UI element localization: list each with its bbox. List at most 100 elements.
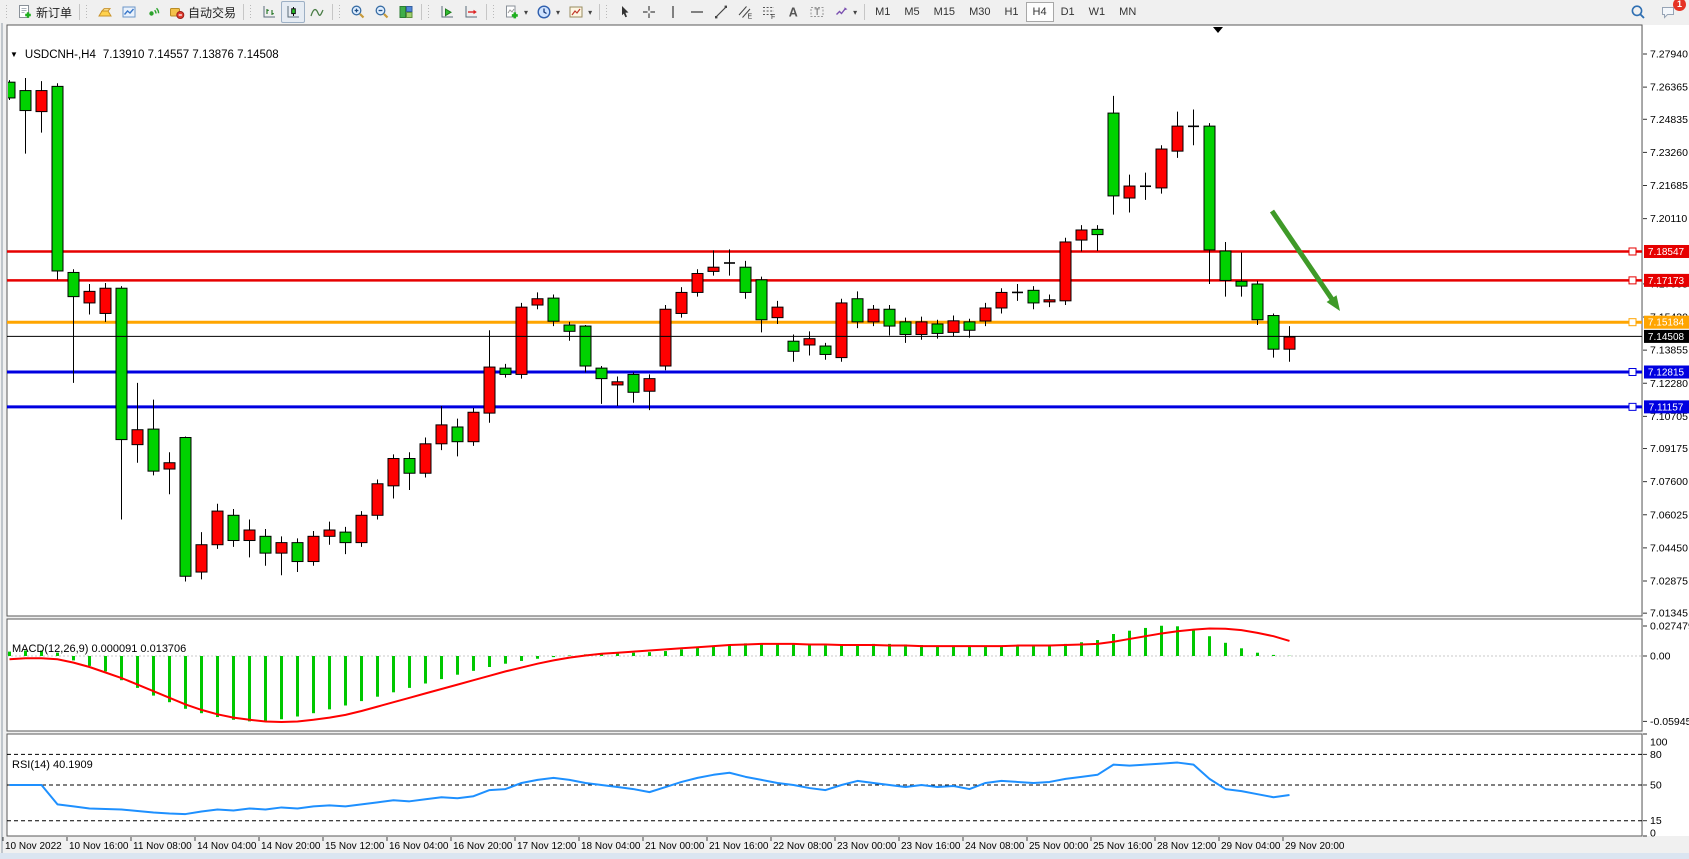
chart-ohlc-quotes: 7.13910 7.14557 7.13876 7.14508 <box>103 49 279 61</box>
timeframe-mn-button[interactable]: MN <box>1112 2 1143 22</box>
chevron-down-icon[interactable]: ▾ <box>556 8 560 17</box>
bar-chart-button[interactable] <box>257 1 281 23</box>
candle-body <box>116 288 127 439</box>
indicators-button[interactable]: ▾ <box>500 1 532 23</box>
candle-body <box>884 309 895 326</box>
chart-profile-button[interactable] <box>117 1 141 23</box>
candle-body <box>340 532 351 543</box>
timeframe-h1-button[interactable]: H1 <box>997 2 1025 22</box>
chevron-down-icon[interactable]: ▾ <box>853 8 857 17</box>
zoom-out-button[interactable] <box>370 1 394 23</box>
zoom-in-button[interactable] <box>346 1 370 23</box>
hline-button[interactable] <box>685 1 709 23</box>
auto-scroll-button[interactable] <box>435 1 459 23</box>
candle-body <box>980 308 991 321</box>
timeframe-m30-button[interactable]: M30 <box>962 2 997 22</box>
vline-button[interactable] <box>661 1 685 23</box>
price-tick-label: 7.12280 <box>1650 378 1688 390</box>
date-label: 25 Nov 00:00 <box>1029 841 1089 852</box>
hline-handle[interactable] <box>1629 403 1636 410</box>
fibonacci-button[interactable]: F <box>757 1 781 23</box>
search-icon <box>1630 4 1646 20</box>
timeframe-h4-button[interactable]: H4 <box>1026 2 1054 22</box>
candle-body <box>820 346 831 354</box>
candle-body <box>308 536 319 561</box>
hline-handle[interactable] <box>1629 319 1636 326</box>
chart-symbol-period: USDCNH-,H4 <box>25 49 96 61</box>
window-bottom-edge <box>0 853 1689 859</box>
chart-canvas[interactable]: 7.279407.263657.248357.232607.216857.201… <box>0 23 1689 859</box>
cursor-button[interactable] <box>613 1 637 23</box>
crosshair-button[interactable] <box>637 1 661 23</box>
candlestick-button[interactable] <box>281 1 305 23</box>
candle-body <box>372 484 383 516</box>
autotrading-button[interactable]: 自动交易 <box>165 1 240 23</box>
toolbar-grip <box>338 5 343 20</box>
chart-dropdown-icon[interactable]: ▼ <box>10 50 18 59</box>
hline-price-tag-label: 7.15184 <box>1648 318 1685 329</box>
period-button[interactable]: ▾ <box>532 1 564 23</box>
svg-text:T: T <box>814 7 820 17</box>
shapes-button[interactable]: ▾ <box>829 1 861 23</box>
trendline-button[interactable] <box>709 1 733 23</box>
label-button[interactable]: T <box>805 1 829 23</box>
gold-bar-icon <box>97 4 113 20</box>
tile-windows-button[interactable] <box>394 1 418 23</box>
candle-body <box>356 515 367 542</box>
price-tick-label: 7.24835 <box>1650 114 1688 126</box>
candle-body <box>276 543 287 554</box>
hline-handle[interactable] <box>1629 369 1636 376</box>
date-label: 16 Nov 20:00 <box>453 841 513 852</box>
timeframe-m15-button[interactable]: M15 <box>927 2 962 22</box>
new-order-icon <box>17 4 33 20</box>
candle-body <box>52 86 63 271</box>
timeframe-m5-button[interactable]: M5 <box>897 2 926 22</box>
main-price-panel[interactable] <box>7 25 1642 616</box>
chat-button[interactable]: 1 <box>1656 1 1680 23</box>
timeframe-w1-button[interactable]: W1 <box>1082 2 1113 22</box>
candle-body <box>996 292 1007 308</box>
channel-button[interactable]: E <box>733 1 757 23</box>
hline-handle[interactable] <box>1629 277 1636 284</box>
candle-body <box>500 368 511 374</box>
candle-body <box>836 303 847 358</box>
toolbar-separator <box>243 4 244 20</box>
template-button[interactable]: ▾ <box>564 1 596 23</box>
price-tick-label: 7.26365 <box>1650 82 1688 94</box>
candle-body <box>564 325 575 331</box>
text-button[interactable]: A <box>781 1 805 23</box>
candle-body <box>1284 337 1295 349</box>
timeframe-m1-button[interactable]: M1 <box>868 2 897 22</box>
timeframe-d1-button[interactable]: D1 <box>1054 2 1082 22</box>
date-label: 21 Nov 00:00 <box>645 841 705 852</box>
candle-body <box>68 272 79 296</box>
rsi-indicator-label: RSI(14) 40.1909 <box>12 759 93 771</box>
candle-body <box>756 280 767 320</box>
macd-panel[interactable] <box>7 619 1642 731</box>
price-tick-label: 7.13855 <box>1650 345 1688 357</box>
chevron-down-icon[interactable]: ▾ <box>588 8 592 17</box>
date-label: 28 Nov 12:00 <box>1157 841 1217 852</box>
chevron-down-icon[interactable]: ▾ <box>524 8 528 17</box>
line-chart-button[interactable] <box>305 1 329 23</box>
candle-body <box>1204 126 1215 250</box>
candle-body <box>228 515 239 540</box>
candle-body <box>404 459 415 474</box>
hline-price-tag-label: 7.11157 <box>1649 402 1684 413</box>
candle-body <box>1092 229 1103 234</box>
search-button[interactable] <box>1626 1 1650 23</box>
rsi-axis-label: 80 <box>1650 749 1662 761</box>
signal-button[interactable] <box>141 1 165 23</box>
rsi-axis-label: 50 <box>1650 780 1662 792</box>
label-icon: T <box>809 4 825 20</box>
candle-body <box>436 425 447 444</box>
autotrading-icon <box>169 4 185 20</box>
gold-bar-button[interactable] <box>93 1 117 23</box>
candle-body <box>900 322 911 335</box>
new-order-button[interactable]: 新订单 <box>13 1 76 23</box>
date-label: 10 Nov 16:00 <box>69 841 129 852</box>
price-tick-label: 7.27940 <box>1650 49 1688 61</box>
date-label: 17 Nov 12:00 <box>517 841 577 852</box>
chart-shift-button[interactable] <box>459 1 483 23</box>
hline-handle[interactable] <box>1629 248 1636 255</box>
